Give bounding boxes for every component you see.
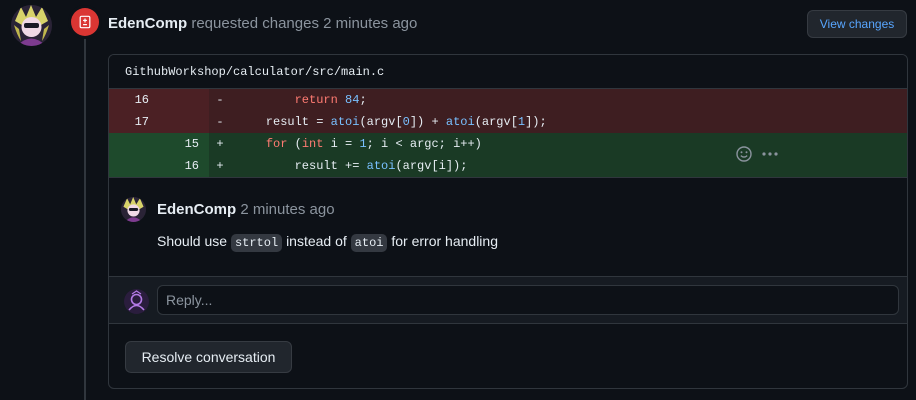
comment-body: Should use strtol instead of atoi for er… [157,233,498,252]
diff-line: 17 - result = atoi(argv[0]) + atoi(argv[… [109,111,907,133]
old-line-number[interactable]: 17 [109,111,159,133]
review-comment: EdenComp 2 minutes ago Should use strtol… [109,177,907,276]
diff-sign: - [216,115,224,129]
code-line: for (int i = 1; i < argc; i++) [265,137,482,151]
timeline-line [84,20,86,400]
comment-text: Should use [157,233,228,249]
old-line-number[interactable]: 16 [109,89,159,111]
comment-text: for error handling [391,233,498,249]
new-line-number[interactable]: 16 [159,155,209,177]
more-options-icon[interactable] [761,146,779,162]
thread-footer: Resolve conversation [109,323,907,388]
diff-sign: + [216,137,224,151]
comment-text: instead of [286,233,347,249]
review-thread-card: GithubWorkshop/calculator/src/main.c 16 … [108,54,908,389]
new-line-number[interactable] [159,111,209,133]
inline-code: strtol [230,234,283,252]
comment-author[interactable]: EdenComp [157,201,236,218]
old-line-number[interactable] [109,155,159,177]
code-line: return 84; [294,93,367,107]
code-line: result = atoi(argv[0]) + atoi(argv[1]); [237,115,547,129]
inline-code: atoi [350,234,388,252]
old-line-number[interactable] [109,133,159,155]
current-user-avatar[interactable] [124,289,149,314]
changes-requested-badge [71,8,99,36]
comment-header: EdenComp 2 minutes ago [157,201,335,218]
resolve-conversation-button[interactable]: Resolve conversation [125,341,292,373]
file-diff-icon [79,15,91,29]
add-reaction-icon[interactable] [736,146,752,162]
comment-avatar[interactable] [121,197,146,222]
diff-line: 16 + result += atoi(argv[i]); [109,155,907,177]
review-header: EdenComp requested changes 2 minutes ago [108,15,417,32]
reply-input[interactable]: Reply... [157,285,899,315]
file-path[interactable]: GithubWorkshop/calculator/src/main.c [109,55,907,89]
diff-sign: + [216,159,224,173]
diff-sign: - [216,93,224,107]
avatar[interactable] [11,5,52,46]
review-action: requested changes [191,15,319,32]
new-line-number[interactable] [159,89,209,111]
diff-line: 16 - return 84; [109,89,907,111]
review-author[interactable]: EdenComp [108,15,187,32]
review-time[interactable]: 2 minutes ago [323,15,417,32]
code-line: result += atoi(argv[i]); [237,159,468,173]
reply-area: Reply... [109,276,907,323]
comment-time[interactable]: 2 minutes ago [240,201,334,218]
new-line-number[interactable]: 15 [159,133,209,155]
diff-line: 15 + for (int i = 1; i < argc; i++) [109,133,907,155]
view-changes-button[interactable]: View changes [807,10,907,38]
